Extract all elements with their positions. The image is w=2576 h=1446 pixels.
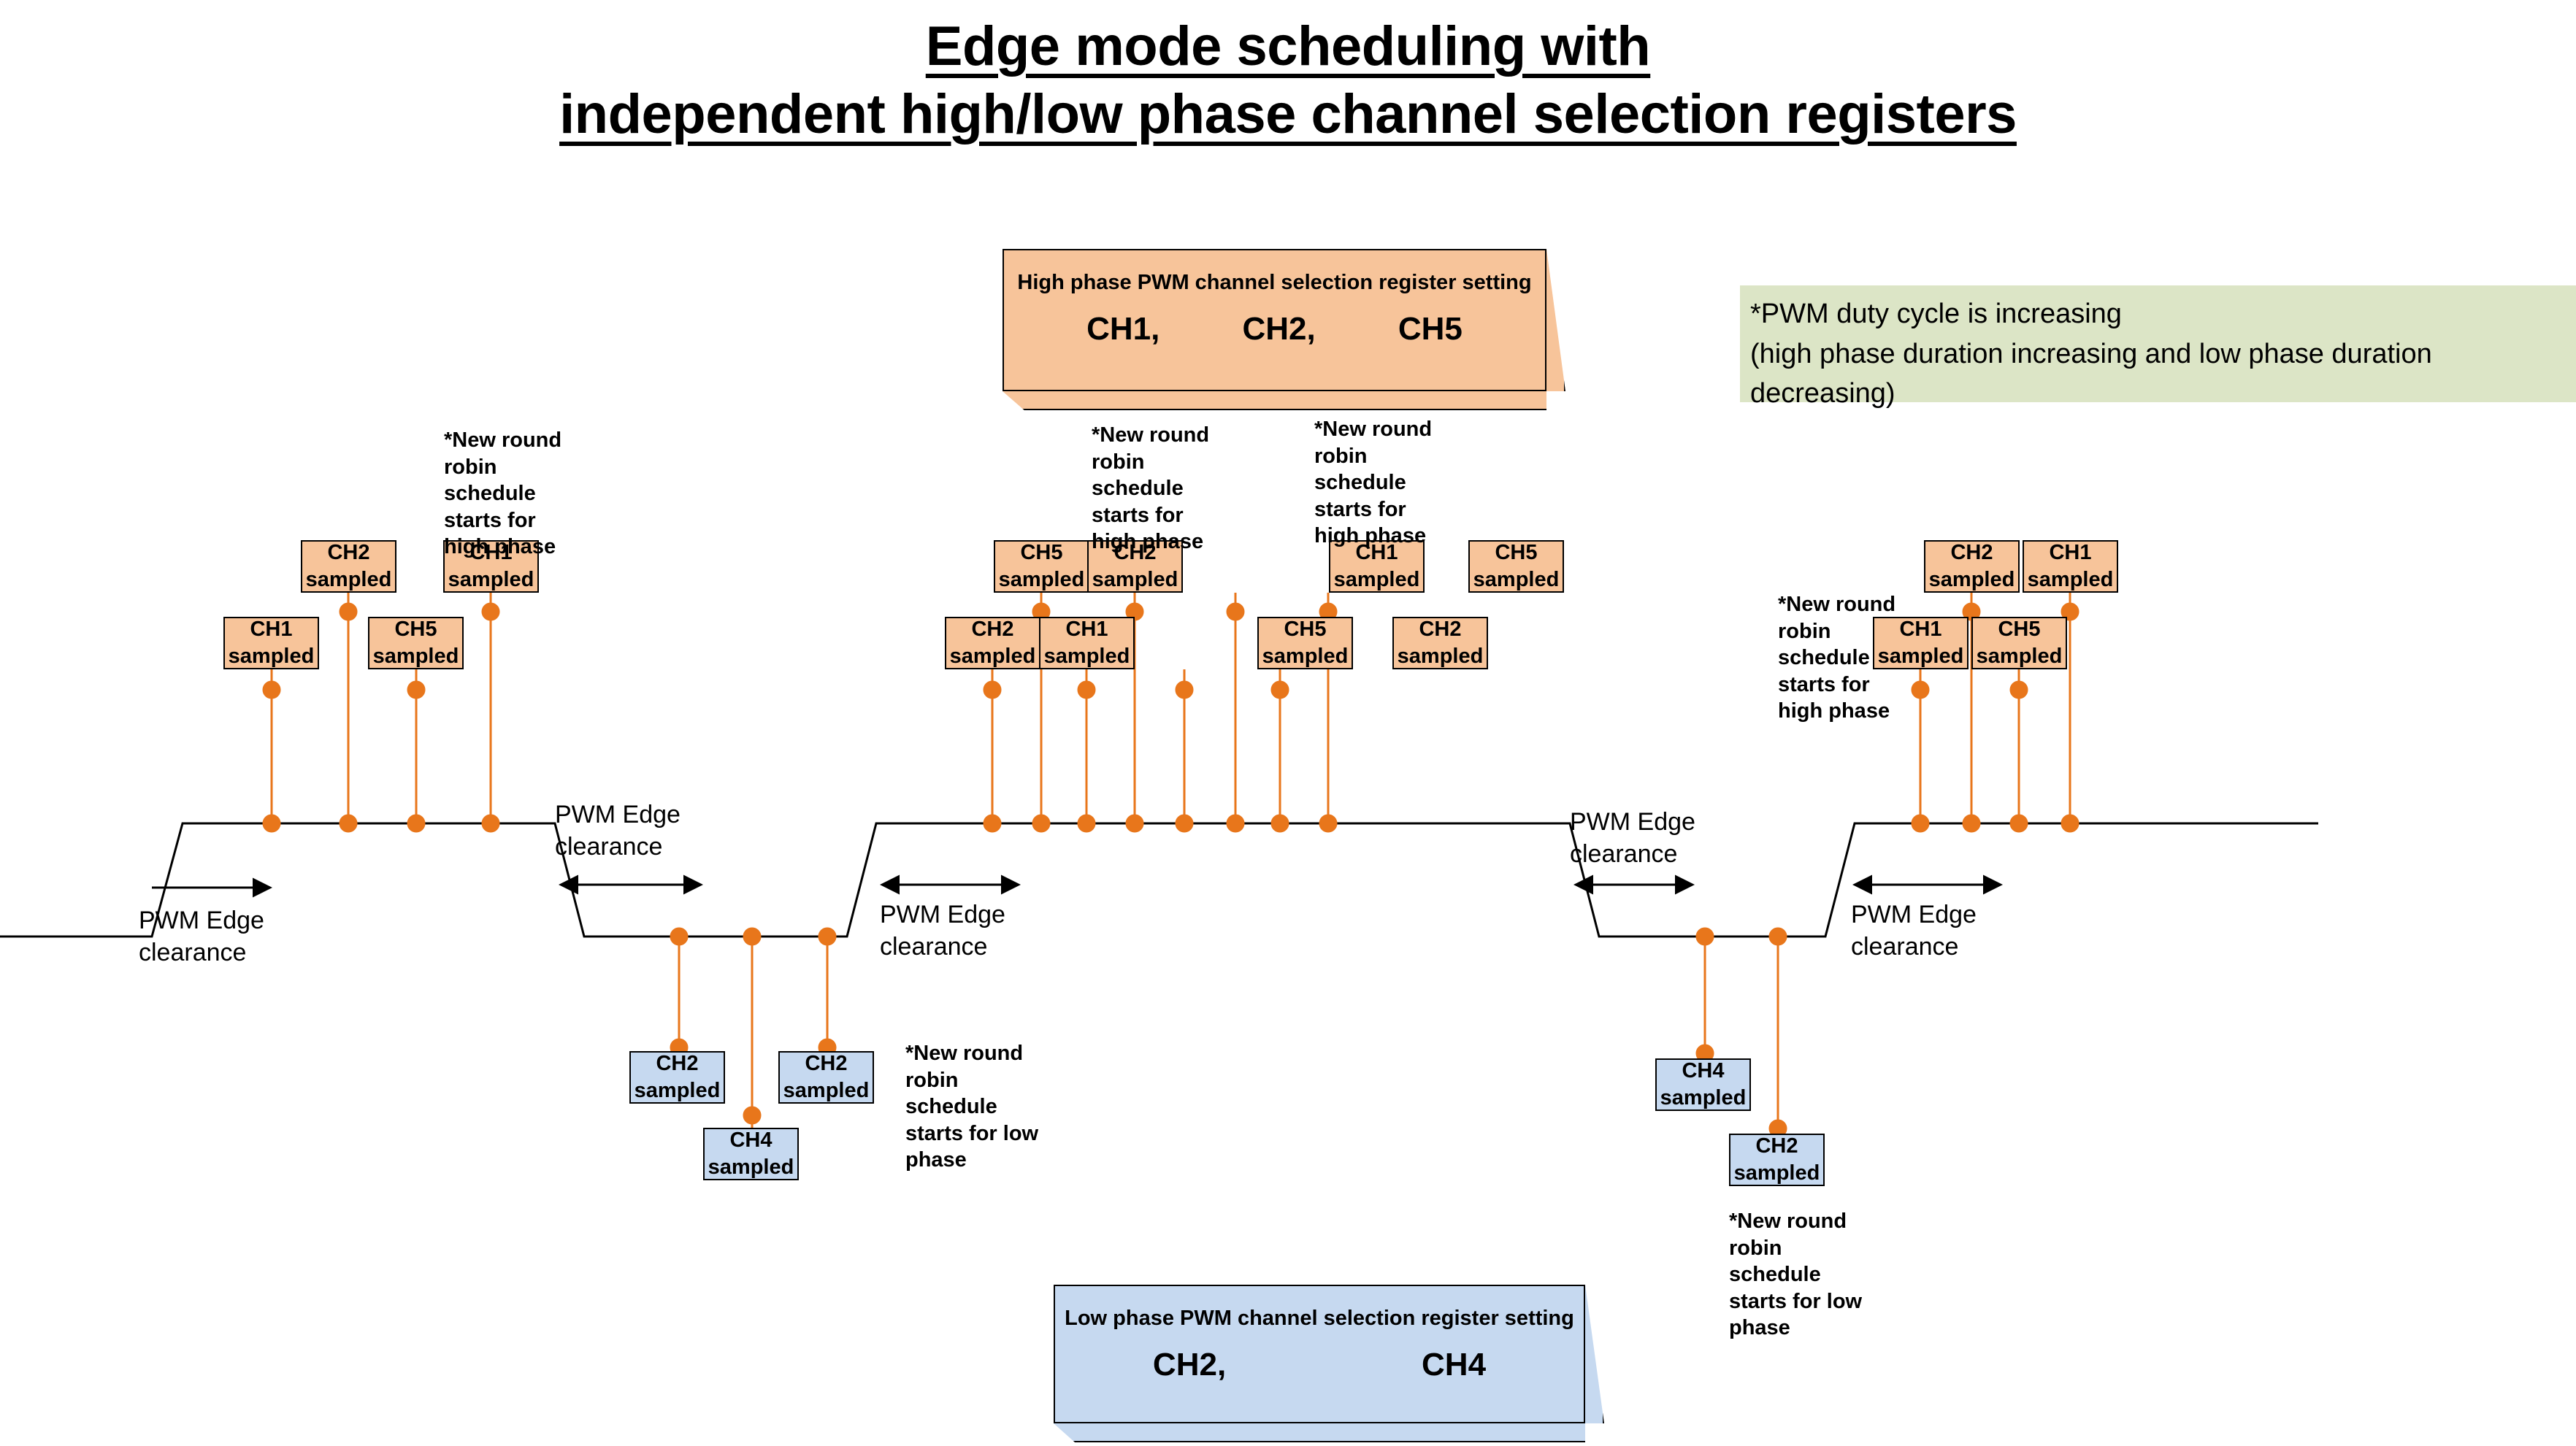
page-title: Edge mode scheduling with independent hi… [0,13,2576,148]
box-3d-bottom [1003,391,1546,410]
duty-cycle-note: *PWM duty cycle is increasing (high phas… [1740,285,2576,409]
sample-box: CH1 sampled [1039,617,1135,669]
sampled-label: sampled [1976,645,2063,668]
sample-box: CH2 sampled [301,540,396,593]
new-round-robin-high-note: *New round robin schedule starts for hig… [444,428,562,559]
sampled-label: sampled [1043,645,1130,668]
high-register-face: High phase PWM channel selection registe… [1003,249,1546,391]
low-register-face: Low phase PWM channel selection register… [1054,1285,1585,1423]
sample-box: CH4 sampled [1655,1058,1751,1111]
high-channel-0: CH1, [1086,311,1160,347]
new-round-robin-high-note: *New round robin schedule starts for hig… [1092,423,1210,554]
channel-label: CH1 [250,618,293,642]
low-phase-register-box: Low phase PWM channel selection register… [1054,1285,1604,1442]
new-round-robin-low-note: *New round robin schedule starts for low… [1729,1210,1863,1340]
high-channel-1: CH2, [1242,311,1316,347]
channel-label: CH1 [1065,618,1108,642]
sampled-label: sampled [1262,645,1349,668]
sampled-label: sampled [708,1155,794,1179]
channel-label: CH2 [1755,1134,1798,1158]
channel-label: CH5 [1495,541,1538,565]
sampled-label: sampled [1397,645,1484,668]
high-channel-2: CH5 [1398,311,1463,347]
sampled-label: sampled [1473,568,1560,591]
sample-box: CH2 sampled [778,1051,874,1104]
sampled-label: sampled [2027,568,2114,591]
channel-label: CH2 [971,618,1014,642]
sampled-label: sampled [1928,568,2015,591]
pwm-edge-clearance-label: PWM Edge clearance [139,907,264,966]
pwm-edge-clearance-label: PWM Edge clearance [880,901,1005,961]
low-register-heading: Low phase PWM channel selection register… [1065,1307,1574,1330]
sampled-label: sampled [1092,568,1178,591]
sample-box: CH4 sampled [703,1128,799,1180]
new-round-robin-high-note: *New round robin schedule starts for hig… [1778,593,1896,723]
channel-label: CH2 [656,1052,699,1076]
high-register-heading: High phase PWM channel selection registe… [1017,271,1532,294]
sample-box: CH2 sampled [1924,540,2020,593]
new-round-robin-low-note: *New round robin schedule starts for low… [905,1042,1039,1172]
sample-box: CH5 sampled [1468,540,1564,593]
sampled-label: sampled [998,568,1085,591]
low-register-channels: CH2, CH4 [1055,1347,1584,1383]
pwm-edge-clearance-label: PWM Edge clearance [1851,901,1977,961]
sampled-label: sampled [372,645,459,668]
sampled-label: sampled [634,1079,721,1102]
sample-box: CH5 sampled [1257,617,1353,669]
channel-label: CH2 [805,1052,848,1076]
title-line-2: independent high/low phase channel selec… [559,82,2017,145]
channel-label: CH4 [729,1128,773,1153]
sampled-label: sampled [949,645,1036,668]
channel-label: CH4 [1682,1059,1725,1083]
sampled-label: sampled [783,1079,870,1102]
pwm-waveform [0,593,2318,1138]
sample-box: CH2 sampled [629,1051,725,1104]
channel-label: CH5 [1998,618,2041,642]
box-3d-side [1585,1285,1604,1423]
sampled-label: sampled [228,645,315,668]
title-line-1: Edge mode scheduling with [925,15,1651,77]
box-3d-side [1546,249,1565,391]
channel-label: CH5 [1284,618,1327,642]
pwm-edge-clearance-label: PWM Edge clearance [1570,808,1695,868]
high-register-channels: CH1, CH2, CH5 [1004,311,1545,347]
sampled-label: sampled [448,568,534,591]
sample-box: CH2 sampled [1729,1134,1825,1186]
channel-label: CH2 [1419,618,1462,642]
sampled-label: sampled [1733,1161,1820,1185]
box-3d-bottom [1054,1423,1585,1442]
sample-box: CH5 sampled [994,540,1089,593]
low-channel-1: CH4 [1422,1347,1487,1382]
sampled-label: sampled [1333,568,1420,591]
new-round-robin-high-note: *New round robin schedule starts for hig… [1314,418,1433,548]
sampled-label: sampled [1660,1086,1747,1110]
channel-label: CH5 [1020,541,1063,565]
sample-box: CH1 sampled [2023,540,2118,593]
channel-label: CH1 [2049,541,2092,565]
channel-label: CH2 [1950,541,1993,565]
high-phase-register-box: High phase PWM channel selection registe… [1003,249,1565,410]
sample-box: CH2 sampled [945,617,1040,669]
channel-label: CH2 [327,541,370,565]
sample-box: CH2 sampled [1392,617,1488,669]
sample-box: CH5 sampled [368,617,464,669]
sampled-label: sampled [305,568,392,591]
pwm-edge-clearance-label: PWM Edge clearance [555,801,681,861]
channel-label: CH5 [394,618,437,642]
sample-box: CH1 sampled [223,617,319,669]
low-channel-0: CH2, [1152,1347,1227,1382]
sample-box: CH5 sampled [1971,617,2067,669]
